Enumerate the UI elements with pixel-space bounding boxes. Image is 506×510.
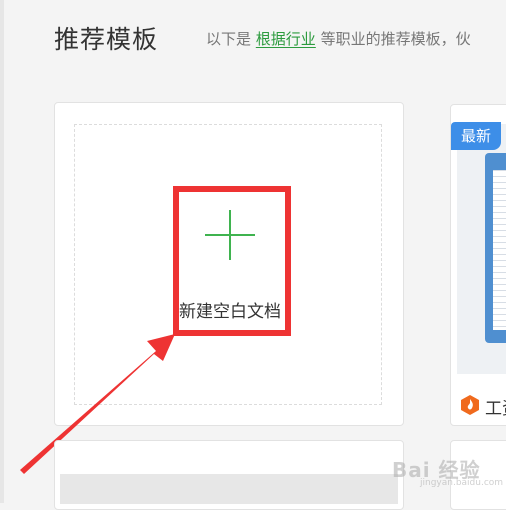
page-title: 推荐模板 bbox=[54, 25, 159, 54]
recommendation-subtitle: 以下是 根据行业 等职业的推荐模板，伙 bbox=[206, 28, 471, 49]
subtitle-suffix: 等职业的推荐模板，伙 bbox=[320, 30, 471, 48]
template-name[interactable]: 工资 bbox=[485, 394, 506, 419]
industry-link[interactable]: 根据行业 bbox=[256, 30, 316, 48]
template-preview-page bbox=[493, 170, 506, 330]
watermark-url: jingyan.baidu.com bbox=[420, 478, 504, 488]
subtitle-prefix: 以下是 bbox=[206, 30, 252, 48]
annotation-highlight-box bbox=[173, 186, 291, 336]
template-thumbnail-row2-a[interactable] bbox=[60, 474, 398, 504]
document-flame-icon bbox=[461, 395, 479, 415]
new-badge: 最新 bbox=[451, 122, 501, 150]
left-sidebar-edge bbox=[0, 0, 4, 503]
